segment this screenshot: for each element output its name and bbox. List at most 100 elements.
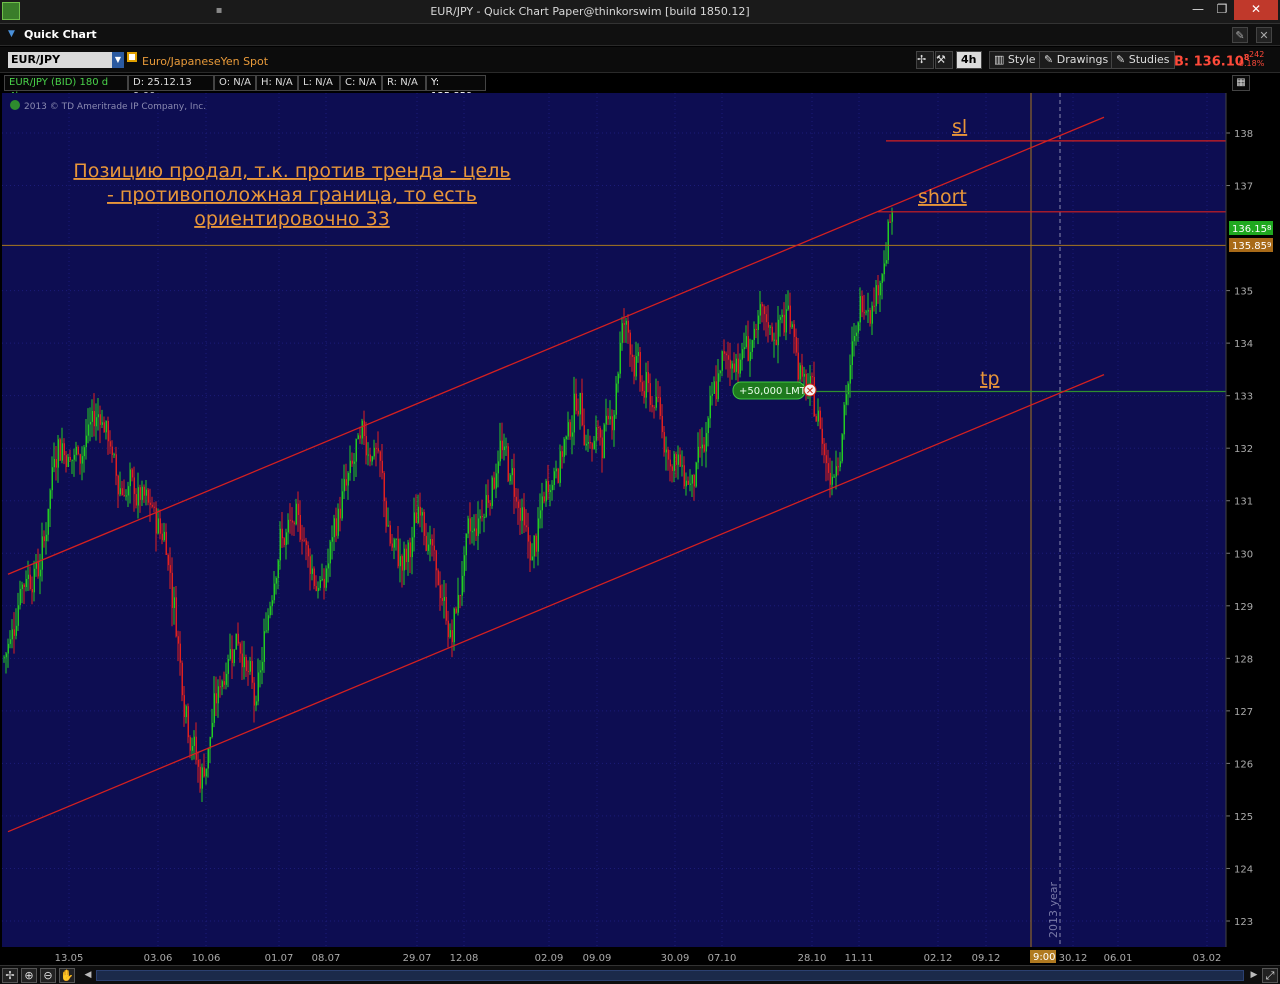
short-label: short	[918, 186, 967, 208]
candle-body	[335, 518, 337, 536]
candle-body	[59, 439, 61, 461]
candle-body	[431, 538, 433, 546]
last-price-tag: 136.158	[1229, 221, 1273, 235]
candle-body	[123, 495, 125, 497]
y-tick-label: 130	[1234, 549, 1253, 560]
scroll-track[interactable]	[96, 970, 1244, 981]
candle-body	[109, 441, 111, 447]
candle-body	[591, 443, 593, 450]
x-tick-label: 03.02	[1193, 953, 1222, 964]
pin-icon[interactable]: ✎	[1232, 27, 1248, 43]
expand-icon[interactable]: ⤢	[1262, 968, 1278, 983]
scroll-left-icon[interactable]: ◀	[82, 969, 94, 982]
candle-body	[841, 434, 843, 462]
info-range: R: N/A	[382, 75, 426, 91]
candle-body	[141, 486, 143, 500]
candle-body	[417, 506, 419, 523]
candle-body	[223, 681, 225, 685]
candle-body	[207, 748, 209, 769]
style-button[interactable]: ▥ Style	[989, 51, 1041, 69]
candle-body	[79, 454, 81, 464]
candle-body	[177, 636, 179, 644]
year-marker: 2013 year	[1047, 881, 1060, 938]
studies-label: Studies	[1128, 53, 1170, 66]
x-tick-label: 07.10	[708, 953, 737, 964]
candle-body	[551, 484, 553, 491]
candle-body	[221, 681, 223, 687]
candle-body	[203, 767, 205, 777]
candle-body	[565, 436, 567, 440]
candle-body	[845, 394, 847, 405]
x-tick-label: 08.07	[312, 953, 341, 964]
candle-body	[293, 522, 295, 525]
collapse-triangle-icon[interactable]: ▼	[8, 29, 15, 39]
chart-area[interactable]: 138 137 135 134 133 132 131 130 129 128 127 126 125 1…	[0, 93, 1280, 965]
candle-body	[885, 260, 887, 264]
candle-body	[421, 512, 423, 516]
crosshair-icon[interactable]: ✢	[916, 51, 934, 69]
candle-body	[241, 653, 243, 668]
scroll-right-icon[interactable]: ▶	[1248, 969, 1260, 982]
candle-body	[143, 486, 145, 496]
pencil-icon: ✎	[1044, 53, 1057, 66]
symbol-color-icon[interactable]	[127, 52, 137, 62]
zoom-in-icon[interactable]: ⊕	[21, 968, 37, 983]
candle-body	[369, 454, 371, 462]
candle-body	[491, 477, 493, 506]
candle-body	[325, 568, 327, 588]
candle-body	[185, 706, 187, 718]
candle-body	[295, 503, 297, 525]
candle-body	[21, 584, 23, 589]
restore-button[interactable]: ❐	[1208, 0, 1236, 20]
x-tick-label: 10.06	[192, 953, 221, 964]
candle-body	[649, 383, 651, 405]
cursor-price-value: 135.859	[1232, 241, 1271, 252]
symbol-dropdown-icon[interactable]: ▼	[112, 52, 124, 68]
candle-body	[471, 531, 473, 533]
candle-body	[539, 510, 541, 519]
candle-body	[625, 320, 627, 325]
chart-settings-icon[interactable]: ▦	[1232, 75, 1250, 91]
panel-close-icon[interactable]: ✕	[1256, 27, 1272, 43]
candle-body	[93, 410, 95, 427]
candle-body	[505, 446, 507, 448]
candle-body	[739, 359, 741, 374]
candle-body	[85, 435, 87, 448]
candle-body	[337, 508, 339, 536]
pan-hand-icon[interactable]: ✋	[59, 968, 75, 983]
candle-body	[69, 457, 71, 461]
candle-body	[577, 410, 579, 415]
candle-body	[323, 578, 325, 588]
candle-body	[549, 490, 551, 493]
info-open: O: N/A	[214, 75, 256, 91]
candle-body	[547, 480, 549, 493]
price-chart[interactable]: 138 137 135 134 133 132 131 130 129 128 127 126 125 1…	[0, 93, 1280, 965]
window-title: EUR/JPY - Quick Chart Paper@thinkorswim …	[430, 5, 750, 18]
drawings-button[interactable]: ✎ Drawings	[1039, 51, 1114, 69]
candle-body	[377, 448, 379, 452]
drawings-label: Drawings	[1056, 53, 1109, 66]
candle-body	[533, 535, 535, 557]
candle-body	[91, 410, 93, 422]
zoom-fit-icon[interactable]: ✢	[2, 968, 18, 983]
candle-body	[819, 410, 821, 429]
candle-body	[311, 568, 313, 574]
candle-body	[83, 447, 85, 457]
candle-body	[5, 653, 7, 658]
candle-body	[847, 383, 849, 395]
close-button[interactable]: ✕	[1234, 0, 1278, 20]
candle-body	[111, 446, 113, 456]
candle-body	[599, 427, 601, 438]
candle-body	[763, 306, 765, 315]
period-button[interactable]: 4h	[956, 51, 982, 69]
wrench-icon[interactable]: ⚒	[935, 51, 953, 69]
candle-body	[759, 304, 761, 316]
candle-body	[497, 461, 499, 474]
x-tick-label: 30.12	[1059, 953, 1088, 964]
zoom-out-icon[interactable]: ⊖	[40, 968, 56, 983]
candle-body	[81, 456, 83, 464]
candle-body	[709, 395, 711, 419]
symbol-input[interactable]: EUR/JPY	[8, 52, 112, 68]
candle-body	[9, 639, 11, 644]
studies-button[interactable]: ✎ Studies	[1111, 51, 1175, 69]
